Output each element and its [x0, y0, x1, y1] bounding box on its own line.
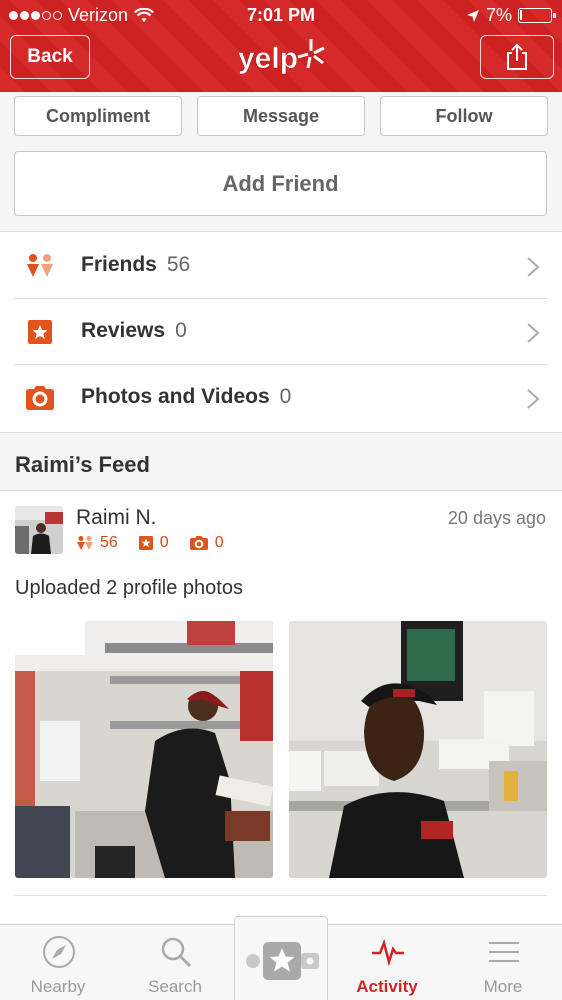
- friends-row[interactable]: Friends 56: [0, 233, 562, 299]
- tab-label: More: [483, 977, 523, 996]
- photos-videos-row[interactable]: Photos and Videos 0: [0, 365, 562, 431]
- friends-icon: [77, 536, 93, 550]
- add-friend-button[interactable]: Add Friend: [14, 151, 547, 216]
- reviews-row[interactable]: Reviews 0: [0, 299, 562, 365]
- user-photos-count: 0: [214, 534, 224, 551]
- reviews-count: 0: [175, 319, 187, 342]
- user-name[interactable]: Raimi N.: [76, 506, 157, 530]
- battery-icon: [518, 8, 556, 23]
- feed-item-text: Uploaded 2 profile photos: [15, 577, 243, 599]
- compliment-button[interactable]: Compliment: [14, 96, 182, 136]
- camera-icon: [189, 536, 208, 550]
- status-right: 7%: [466, 5, 556, 26]
- photos-videos-label: Photos and Videos 0: [81, 385, 292, 408]
- avatar[interactable]: [15, 506, 63, 554]
- follow-button[interactable]: Follow: [380, 96, 548, 136]
- tab-search[interactable]: Search: [119, 925, 231, 1000]
- tab-label: Activity: [356, 977, 418, 996]
- menu-icon: [489, 942, 519, 962]
- location-arrow-icon: [466, 9, 479, 22]
- status-bar: Verizon 7:01 PM 7%: [0, 0, 562, 30]
- star-box-icon: [28, 320, 52, 344]
- user-friends-count: 56: [100, 534, 118, 551]
- friends-count: 56: [166, 253, 191, 276]
- share-icon: [507, 43, 527, 70]
- back-button[interactable]: Back: [10, 35, 90, 79]
- profile-photo-2[interactable]: [289, 621, 547, 878]
- check-in-button[interactable]: [234, 916, 328, 1000]
- header: Verizon 7:01 PM 7% Back yelp: [0, 0, 562, 92]
- user-stats: 56 0 0: [76, 534, 224, 552]
- tab-label: Nearby: [30, 977, 86, 996]
- chevron-right-icon: [527, 389, 540, 409]
- feed-title: Raimi’s Feed: [15, 452, 150, 477]
- chevron-right-icon: [527, 323, 540, 343]
- star-box-icon: [138, 536, 153, 550]
- profile-photo-1[interactable]: [15, 621, 273, 878]
- friends-label: Friends 56: [81, 253, 191, 276]
- user-reviews-count: 0: [159, 534, 169, 551]
- check-in-icon: [246, 942, 319, 980]
- chevron-right-icon: [527, 257, 540, 277]
- photos-count: 0: [279, 385, 292, 408]
- friends-icon: [27, 254, 53, 277]
- message-button[interactable]: Message: [197, 96, 365, 136]
- camera-icon: [26, 386, 54, 410]
- feed-item[interactable]: Raimi N. 56 0 0 20 days ago Uploaded 2 p…: [0, 491, 562, 896]
- tab-nearby[interactable]: Nearby: [2, 925, 114, 1000]
- compass-icon: [43, 936, 75, 968]
- share-button[interactable]: [480, 35, 554, 79]
- search-icon: [161, 937, 192, 968]
- tab-more[interactable]: More: [447, 925, 559, 1000]
- tab-label: Search: [148, 977, 202, 996]
- battery-percent: 7%: [485, 5, 512, 25]
- feed-header: Raimi’s Feed: [0, 432, 562, 491]
- profile-actions: Compliment Message Follow Add Friend: [0, 92, 562, 232]
- yelp-logo: yelp: [238, 39, 325, 75]
- time-ago: 20 days ago: [447, 508, 546, 528]
- svg-text:yelp: yelp: [238, 42, 298, 75]
- activity-icon: [372, 939, 404, 967]
- reviews-label: Reviews 0: [81, 319, 187, 342]
- tab-activity[interactable]: Activity: [331, 925, 443, 1000]
